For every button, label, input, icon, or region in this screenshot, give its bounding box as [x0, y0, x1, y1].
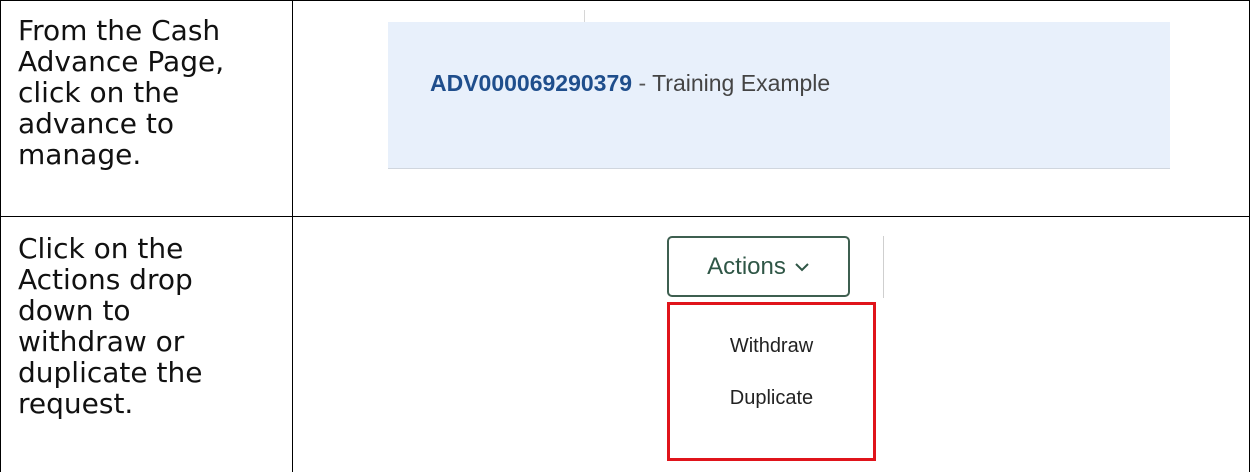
step-2-line: request.: [18, 387, 134, 420]
step-2-line: Actions drop: [18, 263, 193, 296]
step-2-line: duplicate the: [18, 356, 203, 389]
table-border-top: [0, 0, 1250, 1]
step-1-line: From the Cash: [18, 14, 221, 47]
chevron-down-icon: [795, 262, 809, 271]
menu-item-duplicate[interactable]: Duplicate: [670, 387, 873, 410]
step-2-line: down to: [18, 294, 131, 327]
advance-id-link[interactable]: ADV000069290379: [430, 70, 632, 96]
table-border-left: [0, 0, 1, 472]
step-2-line: withdraw or: [18, 325, 185, 358]
advance-name: Training Example: [652, 70, 831, 96]
table-row-divider: [0, 216, 1250, 217]
actions-dropdown-button[interactable]: Actions: [667, 236, 850, 297]
step-1-line: Advance Page,: [18, 45, 225, 78]
step-2-line: Click on the: [18, 232, 184, 265]
divider-tick: [584, 10, 585, 22]
advance-card[interactable]: ADV000069290379 - Training Example: [388, 22, 1170, 169]
step-1-line: manage.: [18, 138, 142, 171]
menu-item-withdraw[interactable]: Withdraw: [670, 335, 873, 358]
actions-button-label: Actions: [707, 252, 786, 280]
table-column-divider: [292, 0, 293, 472]
actions-menu-highlight: Withdraw Duplicate: [667, 302, 876, 461]
advance-card-title: ADV000069290379 - Training Example: [430, 70, 830, 97]
step-1-line: click on the: [18, 76, 180, 109]
step-2-instruction: Click on the Actions drop down to withdr…: [18, 233, 288, 419]
instruction-table: From the Cash Advance Page, click on the…: [0, 0, 1250, 472]
toolbar-divider: [883, 236, 884, 298]
advance-title-separator: -: [632, 70, 653, 96]
step-1-instruction: From the Cash Advance Page, click on the…: [18, 15, 288, 170]
step-1-line: advance to: [18, 107, 175, 140]
